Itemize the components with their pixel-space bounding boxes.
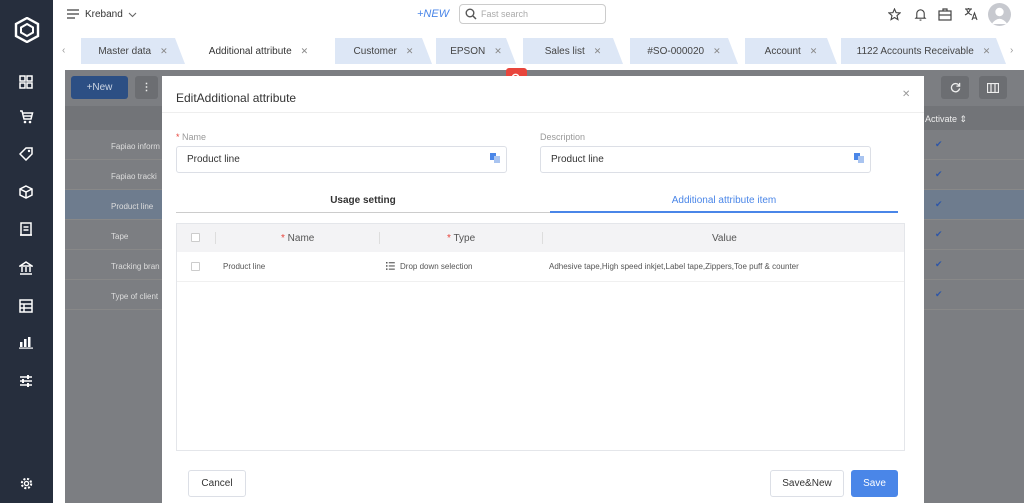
- tab-accounts-receivable[interactable]: 1122 Accounts Receivable ✕: [841, 38, 1006, 64]
- background-more-button[interactable]: ⋮: [135, 76, 158, 99]
- row-type: Drop down selection: [400, 262, 473, 271]
- tab-so-000020[interactable]: #SO-000020 ✕: [630, 38, 738, 64]
- close-icon[interactable]: ✕: [810, 46, 818, 57]
- tab-bar: ‹ Master data ✕ Additional attribute ✕ Cus…: [53, 38, 1024, 64]
- settings-gear-icon[interactable]: [16, 473, 36, 493]
- tab-customer[interactable]: Customer ✕: [335, 38, 432, 64]
- check-icon: ✔: [935, 259, 943, 269]
- document-icon[interactable]: [16, 219, 36, 239]
- close-icon[interactable]: ✕: [301, 46, 309, 57]
- close-icon[interactable]: ✕: [713, 46, 721, 57]
- tag-icon[interactable]: [16, 144, 36, 164]
- top-bar: Kreband +NEW Fast search: [53, 0, 1024, 30]
- name-label: * Name: [176, 132, 207, 142]
- bell-icon[interactable]: [914, 8, 927, 21]
- save-and-new-button[interactable]: Save&New: [770, 470, 844, 497]
- app-logo[interactable]: [14, 17, 40, 43]
- header-divider: [542, 232, 543, 244]
- tab-sales-list[interactable]: Sales list ✕: [523, 38, 623, 64]
- search-placeholder: Fast search: [481, 9, 529, 19]
- workspace-selector[interactable]: Kreband: [85, 9, 137, 20]
- select-all-checkbox[interactable]: [191, 233, 200, 242]
- description-label: Description: [540, 132, 586, 142]
- check-icon: ✔: [935, 199, 943, 209]
- tab-master-data[interactable]: Master data ✕: [81, 38, 185, 64]
- close-icon[interactable]: ✕: [594, 46, 602, 57]
- cart-icon[interactable]: [16, 107, 36, 127]
- bar-chart-icon[interactable]: [16, 332, 36, 352]
- chevron-down-icon: [128, 12, 137, 18]
- check-icon: ✔: [935, 139, 943, 149]
- close-icon[interactable]: ✕: [160, 46, 168, 57]
- translate-icon[interactable]: [964, 7, 979, 21]
- table-row[interactable]: Product line Drop down selection Adhesiv…: [177, 252, 904, 282]
- background-activate-header[interactable]: Activate ⇕: [925, 114, 967, 125]
- search-box[interactable]: Fast search: [459, 4, 606, 24]
- cancel-button[interactable]: Cancel: [188, 470, 246, 497]
- translate-icon[interactable]: [854, 153, 864, 163]
- close-icon[interactable]: ✕: [406, 46, 414, 57]
- attribute-items-table: * Name * Type Value Product line Drop do…: [176, 223, 905, 451]
- tab-additional-attribute[interactable]: Additional attribute ✕: [191, 38, 326, 64]
- header-value[interactable]: Value: [712, 233, 737, 244]
- new-button[interactable]: +NEW: [417, 8, 449, 20]
- tab-epson[interactable]: EPSON ✕: [436, 38, 516, 64]
- user-avatar[interactable]: [988, 3, 1011, 26]
- dashboard-icon[interactable]: [16, 72, 36, 92]
- save-button[interactable]: Save: [851, 470, 898, 497]
- header-divider: [379, 232, 380, 244]
- background-refresh-icon[interactable]: [941, 76, 969, 99]
- close-icon[interactable]: ✕: [902, 89, 910, 100]
- dialog-title: EditAdditional attribute: [176, 91, 297, 105]
- check-icon: ✔: [935, 169, 943, 179]
- translate-icon[interactable]: [490, 153, 500, 163]
- row-value: Adhesive tape,High speed inkjet,Label ta…: [549, 262, 799, 271]
- header-divider: [215, 232, 216, 244]
- subtab-usage-setting[interactable]: Usage setting: [176, 189, 550, 213]
- menu-icon[interactable]: [67, 9, 79, 19]
- check-icon: ✔: [935, 289, 943, 299]
- table-header: * Name * Type Value: [177, 224, 904, 252]
- header-name[interactable]: * Name: [281, 233, 314, 244]
- row-name: Product line: [223, 262, 266, 271]
- dialog-header-divider: [162, 112, 924, 113]
- row-checkbox[interactable]: [191, 262, 200, 271]
- star-icon[interactable]: [888, 8, 901, 21]
- list-icon: [386, 262, 395, 270]
- edit-dialog: EditAdditional attribute ✕ * Name Produc…: [162, 76, 924, 503]
- close-icon[interactable]: ✕: [494, 46, 502, 57]
- search-icon: [465, 8, 477, 20]
- header-type[interactable]: * Type: [447, 233, 475, 244]
- tab-account[interactable]: Account ✕: [745, 38, 837, 64]
- workspace-name: Kreband: [85, 9, 123, 20]
- table-icon[interactable]: [16, 296, 36, 316]
- tabs-scroll-right-icon[interactable]: ›: [1010, 45, 1013, 56]
- sidebar: [0, 0, 53, 503]
- sliders-icon[interactable]: [16, 371, 36, 391]
- tabs-scroll-left-icon[interactable]: ‹: [62, 45, 65, 56]
- description-field[interactable]: Product line: [540, 146, 871, 173]
- subtab-additional-attribute-item[interactable]: Additional attribute item: [550, 189, 898, 213]
- package-icon[interactable]: [16, 182, 36, 202]
- close-icon[interactable]: ✕: [983, 46, 991, 57]
- background-columns-icon[interactable]: [979, 76, 1007, 99]
- bank-icon[interactable]: [16, 258, 36, 278]
- check-icon: ✔: [935, 229, 943, 239]
- name-field[interactable]: Product line: [176, 146, 507, 173]
- background-new-button[interactable]: +New: [71, 76, 128, 99]
- briefcase-icon[interactable]: [938, 8, 952, 21]
